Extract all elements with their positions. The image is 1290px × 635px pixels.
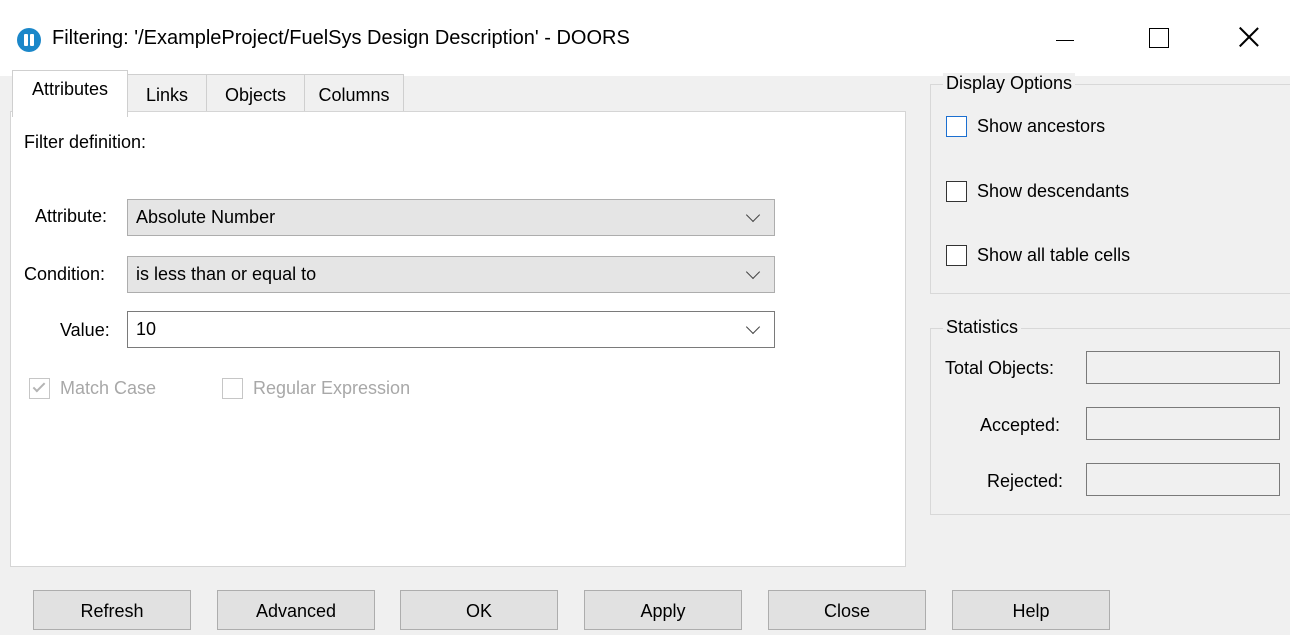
condition-select[interactable]: is less than or equal to — [127, 256, 775, 293]
value-combo-input[interactable]: 10 — [127, 311, 775, 348]
show-descendants-label: Show descendants — [977, 181, 1130, 201]
regular-expression-checkbox[interactable]: Regular Expression — [222, 378, 410, 399]
close-window-button[interactable] — [1220, 16, 1280, 60]
attribute-label: Attribute: — [35, 206, 108, 226]
show-descendants-checkbox[interactable]: Show descendants — [946, 181, 1129, 202]
title-bar: Filtering: '/ExampleProject/FuelSys Desi… — [0, 0, 1290, 76]
value-input-text: 10 — [136, 319, 157, 339]
rejected-field — [1086, 463, 1280, 496]
show-ancestors-label: Show ancestors — [977, 116, 1106, 136]
refresh-button[interactable]: Refresh — [33, 590, 191, 630]
advanced-button[interactable]: Advanced — [217, 590, 375, 630]
total-objects-field — [1086, 351, 1280, 384]
checkbox-box — [222, 378, 243, 399]
tab-objects[interactable]: Objects — [206, 74, 305, 112]
attribute-select[interactable]: Absolute Number — [127, 199, 775, 236]
rejected-label: Rejected: — [987, 471, 1064, 491]
filter-definition-label: Filter definition: — [24, 132, 147, 152]
doors-app-icon — [17, 28, 41, 52]
regular-expression-label: Regular Expression — [253, 378, 411, 398]
match-case-label: Match Case — [60, 378, 157, 398]
accepted-label: Accepted: — [980, 415, 1061, 435]
tab-columns[interactable]: Columns — [304, 74, 404, 112]
condition-select-value: is less than or equal to — [136, 264, 317, 284]
statistics-title: Statistics — [943, 317, 1022, 338]
checkmark-icon — [32, 379, 46, 393]
total-objects-label: Total Objects: — [945, 358, 1055, 378]
show-all-table-cells-label: Show all table cells — [977, 245, 1131, 265]
accepted-field — [1086, 407, 1280, 440]
match-case-checkbox[interactable]: Match Case — [29, 378, 156, 399]
checkbox-box — [946, 245, 967, 266]
show-ancestors-checkbox[interactable]: Show ancestors — [946, 116, 1105, 137]
chevron-down-icon — [744, 265, 764, 285]
display-options-title: Display Options — [943, 73, 1076, 94]
ok-button[interactable]: OK — [400, 590, 558, 630]
checkbox-box — [29, 378, 50, 399]
maximize-button[interactable] — [1128, 16, 1188, 60]
close-button[interactable]: Close — [768, 590, 926, 630]
show-all-table-cells-checkbox[interactable]: Show all table cells — [946, 245, 1130, 266]
chevron-down-icon — [744, 320, 764, 340]
attribute-select-value: Absolute Number — [136, 207, 276, 227]
minimize-button[interactable] — [1034, 16, 1094, 60]
tab-attributes[interactable]: Attributes — [12, 70, 128, 117]
tab-links[interactable]: Links — [127, 74, 207, 112]
window-title: Filtering: '/ExampleProject/FuelSys Desi… — [52, 27, 630, 49]
apply-button[interactable]: Apply — [584, 590, 742, 630]
value-label: Value: — [60, 320, 110, 340]
condition-label: Condition: — [24, 264, 106, 284]
checkbox-box — [946, 181, 967, 202]
chevron-down-icon — [744, 208, 764, 228]
help-button[interactable]: Help — [952, 590, 1110, 630]
checkbox-box — [946, 116, 967, 137]
